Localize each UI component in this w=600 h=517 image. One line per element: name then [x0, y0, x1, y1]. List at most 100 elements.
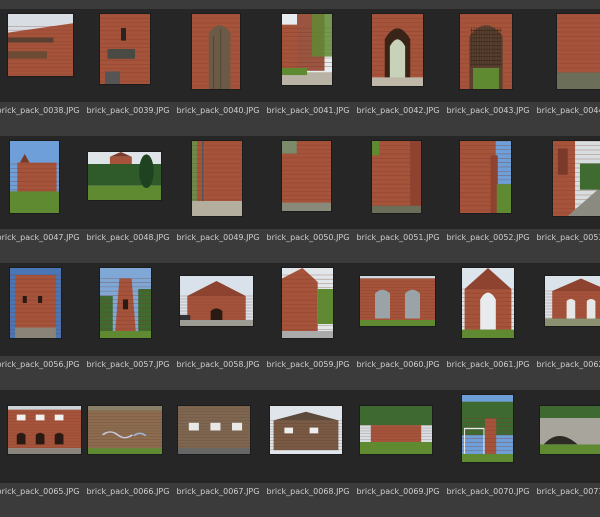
- thumbnail-frame[interactable]: [533, 263, 600, 356]
- file-name-label: brick_pack_0051.JPG: [356, 233, 440, 242]
- file-thumbnail-item[interactable]: brick_pack_0040.JPG: [173, 9, 263, 136]
- file-thumbnail-item[interactable]: brick_pack_0066.JPG: [83, 390, 173, 517]
- thumbnail-frame[interactable]: [443, 263, 533, 356]
- thumbnail-frame[interactable]: [173, 390, 263, 483]
- thumbnail-frame[interactable]: [533, 136, 600, 229]
- thumbnail-frame[interactable]: [173, 9, 263, 102]
- file-thumbnail-item[interactable]: brick_pack_0065.JPG: [0, 390, 83, 517]
- file-thumbnail-item[interactable]: brick_pack_0062.JPG: [533, 263, 600, 390]
- thumbnail-frame[interactable]: [263, 263, 353, 356]
- file-name-label: brick_pack_0060.JPG: [356, 360, 440, 369]
- image-thumbnail[interactable]: [178, 406, 250, 454]
- file-name-label: brick_pack_0048.JPG: [86, 233, 170, 242]
- file-thumbnail-item[interactable]: brick_pack_0044.JPG: [533, 9, 600, 136]
- image-thumbnail[interactable]: [10, 268, 61, 338]
- file-thumbnail-item[interactable]: brick_pack_0048.JPG: [83, 136, 173, 263]
- file-thumbnail-item[interactable]: brick_pack_0068.JPG: [263, 390, 353, 517]
- file-name-label: brick_pack_0067.JPG: [176, 487, 260, 496]
- thumbnail-frame[interactable]: [533, 390, 600, 483]
- thumbnail-frame[interactable]: [443, 390, 533, 483]
- file-name-label: brick_pack_0066.JPG: [86, 487, 170, 496]
- image-thumbnail[interactable]: [460, 141, 511, 213]
- file-thumbnail-item[interactable]: brick_pack_0053.JPG: [533, 136, 600, 263]
- file-thumbnail-item[interactable]: brick_pack_0050.JPG: [263, 136, 353, 263]
- file-name-label: brick_pack_0068.JPG: [266, 487, 350, 496]
- image-thumbnail[interactable]: [10, 141, 59, 213]
- thumbnail-frame[interactable]: [0, 390, 83, 483]
- thumbnail-frame[interactable]: [443, 9, 533, 102]
- file-thumbnail-item[interactable]: brick_pack_0056.JPG: [0, 263, 83, 390]
- file-name-label: brick_pack_0071.JPG: [536, 487, 600, 496]
- thumbnail-frame[interactable]: [353, 390, 443, 483]
- thumbnail-frame[interactable]: [443, 136, 533, 229]
- file-thumbnail-item[interactable]: brick_pack_0049.JPG: [173, 136, 263, 263]
- file-name-label: brick_pack_0069.JPG: [356, 487, 440, 496]
- file-thumbnail-item[interactable]: brick_pack_0041.JPG: [263, 9, 353, 136]
- image-thumbnail[interactable]: [282, 141, 331, 211]
- thumbnail-frame[interactable]: [353, 136, 443, 229]
- file-name-label: brick_pack_0053.JPG: [536, 233, 600, 242]
- file-thumbnail-item[interactable]: brick_pack_0047.JPG: [0, 136, 83, 263]
- image-thumbnail[interactable]: [360, 406, 432, 454]
- thumbnail-frame[interactable]: [83, 136, 173, 229]
- image-thumbnail[interactable]: [372, 14, 423, 86]
- file-thumbnail-item[interactable]: brick_pack_0043.JPG: [443, 9, 533, 136]
- thumbnail-frame[interactable]: [353, 263, 443, 356]
- file-thumbnail-item[interactable]: brick_pack_0070.JPG: [443, 390, 533, 517]
- file-thumbnail-item[interactable]: brick_pack_0058.JPG: [173, 263, 263, 390]
- image-thumbnail[interactable]: [88, 406, 162, 454]
- image-thumbnail[interactable]: [282, 14, 332, 85]
- image-thumbnail[interactable]: [270, 406, 342, 454]
- file-name-label: brick_pack_0050.JPG: [266, 233, 350, 242]
- file-thumbnail-item[interactable]: brick_pack_0071.JPG: [533, 390, 600, 517]
- image-thumbnail[interactable]: [180, 276, 253, 326]
- file-thumbnail-item[interactable]: brick_pack_0038.JPG: [0, 9, 83, 136]
- thumbnail-frame[interactable]: [83, 9, 173, 102]
- thumbnail-frame[interactable]: [173, 263, 263, 356]
- image-thumbnail[interactable]: [8, 14, 73, 76]
- file-name-label: brick_pack_0062.JPG: [536, 360, 600, 369]
- image-thumbnail[interactable]: [557, 14, 600, 89]
- image-thumbnail[interactable]: [8, 406, 81, 454]
- thumbnail-frame[interactable]: [0, 9, 83, 102]
- image-thumbnail[interactable]: [372, 141, 421, 213]
- file-thumbnail-item[interactable]: brick_pack_0059.JPG: [263, 263, 353, 390]
- image-thumbnail[interactable]: [360, 276, 435, 326]
- image-thumbnail[interactable]: [540, 406, 600, 454]
- file-thumbnail-item[interactable]: brick_pack_0042.JPG: [353, 9, 443, 136]
- thumbnail-frame[interactable]: [83, 263, 173, 356]
- image-thumbnail[interactable]: [88, 152, 161, 200]
- thumbnail-frame[interactable]: [0, 263, 83, 356]
- image-thumbnail[interactable]: [545, 276, 600, 326]
- thumbnail-frame[interactable]: [263, 136, 353, 229]
- file-thumbnail-item[interactable]: brick_pack_0069.JPG: [353, 390, 443, 517]
- file-thumbnail-item[interactable]: brick_pack_0039.JPG: [83, 9, 173, 136]
- file-name-label: brick_pack_0042.JPG: [356, 106, 440, 115]
- image-thumbnail[interactable]: [100, 14, 150, 84]
- file-thumbnail-item[interactable]: brick_pack_0067.JPG: [173, 390, 263, 517]
- file-name-label: brick_pack_0049.JPG: [176, 233, 260, 242]
- thumbnail-frame[interactable]: [173, 136, 263, 229]
- thumbnail-frame[interactable]: [0, 136, 83, 229]
- file-name-label: brick_pack_0041.JPG: [266, 106, 350, 115]
- image-thumbnail[interactable]: [462, 395, 513, 462]
- file-thumbnail-item[interactable]: brick_pack_0051.JPG: [353, 136, 443, 263]
- image-thumbnail[interactable]: [553, 141, 600, 216]
- image-thumbnail[interactable]: [192, 14, 240, 89]
- thumbnail-frame[interactable]: [83, 390, 173, 483]
- thumbnail-frame[interactable]: [533, 9, 600, 102]
- image-thumbnail[interactable]: [460, 14, 512, 89]
- file-thumbnail-item[interactable]: brick_pack_0060.JPG: [353, 263, 443, 390]
- file-name-label: brick_pack_0065.JPG: [0, 487, 80, 496]
- image-thumbnail[interactable]: [282, 268, 333, 338]
- thumbnail-frame[interactable]: [353, 9, 443, 102]
- image-thumbnail[interactable]: [100, 268, 151, 338]
- file-name-label: brick_pack_0070.JPG: [446, 487, 530, 496]
- image-thumbnail[interactable]: [462, 268, 514, 338]
- thumbnail-frame[interactable]: [263, 390, 353, 483]
- file-thumbnail-item[interactable]: brick_pack_0052.JPG: [443, 136, 533, 263]
- file-thumbnail-item[interactable]: brick_pack_0061.JPG: [443, 263, 533, 390]
- file-thumbnail-item[interactable]: brick_pack_0057.JPG: [83, 263, 173, 390]
- thumbnail-frame[interactable]: [263, 9, 353, 102]
- image-thumbnail[interactable]: [192, 141, 242, 216]
